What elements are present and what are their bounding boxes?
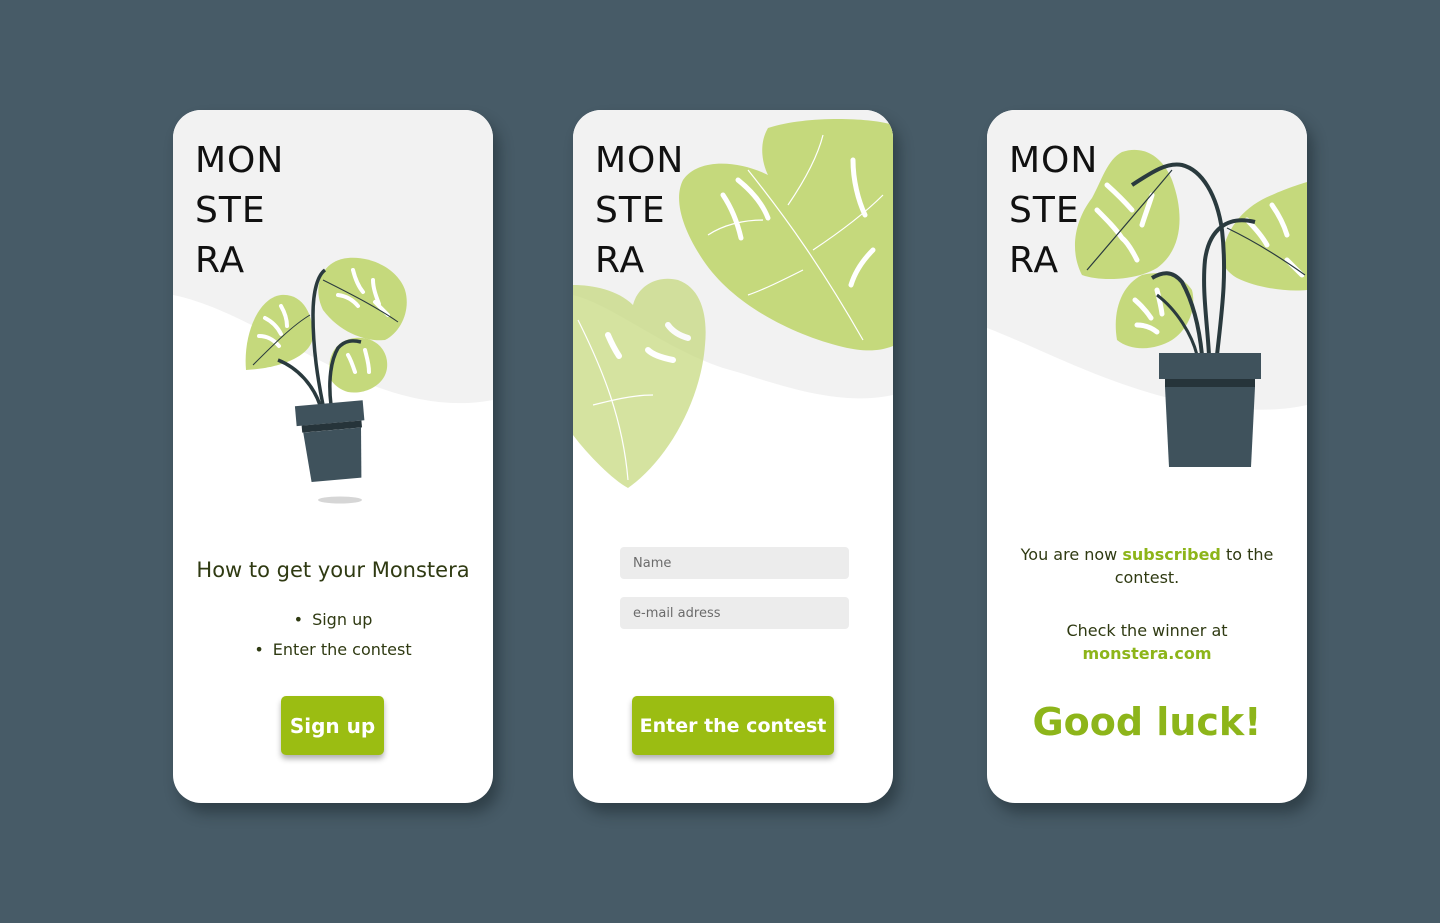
steps-list: Sign up Enter the contest <box>173 605 493 665</box>
step-item: Sign up <box>173 605 493 635</box>
good-luck-heading: Good luck! <box>1032 700 1262 744</box>
logo-line: RA <box>1009 240 1060 281</box>
winner-link[interactable]: monstera.com <box>1083 644 1212 663</box>
email-input[interactable] <box>620 597 849 629</box>
subscribed-highlight: subscribed <box>1122 545 1221 564</box>
logo-line: MON <box>595 140 685 181</box>
logo-line: STE <box>1009 190 1080 231</box>
brand-logo: MON STE RA <box>1009 136 1098 286</box>
signup-button[interactable]: Sign up <box>281 696 384 755</box>
logo-line: RA <box>595 240 646 281</box>
message-text: You are now <box>1020 545 1123 564</box>
confirmation-screen: MON STE RA You are now subscribed to the… <box>987 110 1307 803</box>
name-input[interactable] <box>620 547 849 579</box>
pot-icon <box>1159 353 1261 467</box>
message-text: Check the winner at <box>1066 621 1228 640</box>
logo-line: MON <box>195 140 285 181</box>
subscription-message: You are now subscribed to the contest. <box>1007 543 1287 589</box>
side-leaf-icon <box>573 278 706 488</box>
logo-line: STE <box>195 190 266 231</box>
signup-screen: MON STE RA How to get your Monstera Sign… <box>173 110 493 803</box>
winner-message: Check the winner at monstera.com <box>1007 619 1287 665</box>
contest-form-screen: MON STE RA Enter the contest <box>573 110 893 803</box>
brand-logo: MON STE RA <box>595 136 684 286</box>
enter-contest-button[interactable]: Enter the contest <box>632 696 834 755</box>
step-item: Enter the contest <box>173 635 493 665</box>
brand-logo: MON STE RA <box>195 136 284 286</box>
logo-line: MON <box>1009 140 1099 181</box>
logo-line: STE <box>595 190 666 231</box>
headline: How to get your Monstera <box>196 558 470 582</box>
logo-line: RA <box>195 240 246 281</box>
pot-icon <box>294 400 365 483</box>
